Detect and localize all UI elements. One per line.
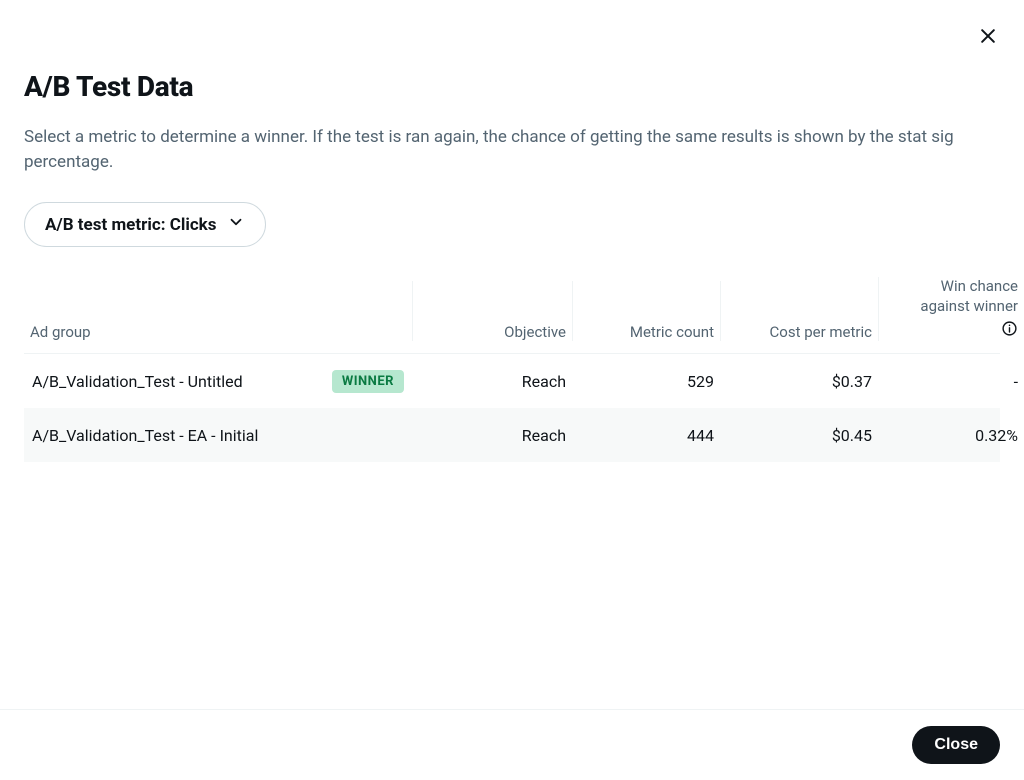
col-metric-count: Metric count — [572, 281, 720, 341]
chevron-down-icon — [227, 213, 245, 236]
close-button[interactable]: Close — [912, 726, 1000, 764]
metric-selector-label: A/B test metric: Clicks — [45, 215, 217, 235]
col-win-chance-line2: against winner — [920, 297, 1018, 317]
results-table: Ad group Objective Metric count Cost per… — [24, 277, 1000, 462]
metric-selector-dropdown[interactable]: A/B test metric: Clicks — [24, 202, 266, 247]
info-icon[interactable] — [1001, 316, 1018, 341]
col-win-chance: Win chance against winner — [878, 277, 1024, 341]
cell-win-chance: - — [878, 372, 1024, 391]
cell-objective: Reach — [412, 426, 572, 445]
table-row: A/B_Validation_Test - Untitled WINNER Re… — [24, 354, 1000, 408]
page-description: Select a metric to determine a winner. I… — [24, 125, 984, 174]
col-objective: Objective — [412, 281, 572, 341]
ad-group-name: A/B_Validation_Test - Untitled — [32, 372, 243, 391]
close-icon[interactable] — [976, 24, 1000, 48]
page-title: A/B Test Data — [24, 70, 1000, 103]
cell-win-chance: 0.32% — [878, 426, 1024, 445]
cell-metric-count: 529 — [572, 372, 720, 391]
cell-metric-count: 444 — [572, 426, 720, 445]
col-cost-per-metric: Cost per metric — [720, 281, 878, 341]
col-win-chance-line1: Win chance — [941, 277, 1018, 297]
col-ad-group: Ad group — [24, 281, 412, 341]
table-row: A/B_Validation_Test - EA - Initial Reach… — [24, 408, 1000, 462]
table-header: Ad group Objective Metric count Cost per… — [24, 277, 1000, 354]
dialog-footer: Close — [0, 709, 1024, 780]
winner-badge: WINNER — [332, 370, 404, 393]
cell-cost-per-metric: $0.37 — [720, 372, 878, 391]
ad-group-name: A/B_Validation_Test - EA - Initial — [32, 426, 258, 445]
cell-cost-per-metric: $0.45 — [720, 426, 878, 445]
cell-objective: Reach — [412, 372, 572, 391]
